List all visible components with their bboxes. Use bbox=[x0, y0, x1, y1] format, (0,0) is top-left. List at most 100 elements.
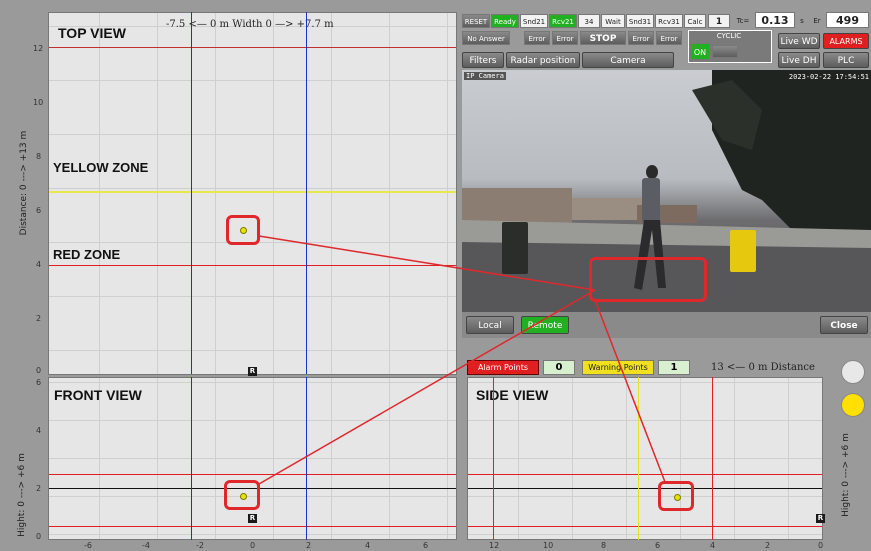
side-upper-red-line bbox=[468, 474, 822, 475]
front-y-tick-4: 4 bbox=[36, 426, 42, 435]
camera-button[interactable]: Camera bbox=[582, 52, 674, 68]
rcv21-status: Rcv21 bbox=[549, 14, 577, 28]
calc-value: 1 bbox=[708, 14, 730, 28]
top-view-title: TOP VIEW bbox=[58, 25, 126, 41]
top-y-tick-10: 10 bbox=[33, 98, 44, 107]
top-radar-marker: R bbox=[248, 367, 257, 376]
side-ground-line bbox=[468, 488, 822, 489]
front-x-tick-neg6: -6 bbox=[84, 541, 92, 550]
yellow-zone-label: YELLOW ZONE bbox=[53, 160, 149, 175]
front-y-tick-6: 6 bbox=[36, 378, 42, 387]
ready-status: Ready bbox=[491, 14, 519, 28]
alarm-points-badge: Alarm Points bbox=[467, 360, 539, 375]
front-view-title: FRONT VIEW bbox=[54, 387, 142, 403]
top-view-y-axis-label: Distance: 0 ---> +13 m bbox=[19, 130, 29, 236]
camera-timestamp: 2023-02-22 17:54:51 bbox=[788, 73, 869, 81]
top-view-panel bbox=[48, 12, 457, 375]
side-yellow-line bbox=[638, 377, 639, 540]
side-x-tick-0: 0 bbox=[818, 541, 824, 550]
radar-position-button[interactable]: Radar position bbox=[506, 52, 580, 68]
tc-label: Tc= bbox=[736, 17, 750, 25]
top-left-boundary-line bbox=[191, 12, 192, 374]
rcv31-status: Rcv31 bbox=[655, 14, 683, 28]
front-lower-red-line bbox=[49, 526, 456, 527]
front-x-tick-neg2: -2 bbox=[196, 541, 204, 550]
live-dh-button[interactable]: Live DH bbox=[778, 52, 820, 68]
stop-button[interactable]: STOP bbox=[580, 31, 626, 45]
live-wd-button[interactable]: Live WD bbox=[778, 33, 820, 49]
side-x-tick-2: 2 bbox=[765, 541, 771, 550]
top-right-boundary-line bbox=[306, 12, 307, 374]
remote-button[interactable]: Remote bbox=[521, 316, 569, 334]
side-x-tick-10: 10 bbox=[543, 541, 554, 550]
side-distance-label: 13 <— 0 m Distance bbox=[711, 362, 815, 373]
front-y-tick-2: 2 bbox=[36, 484, 42, 493]
front-x-tick-6: 6 bbox=[423, 541, 429, 550]
tc-unit: s bbox=[800, 17, 804, 25]
error-status-2: Error bbox=[552, 31, 578, 45]
front-upper-red-line bbox=[49, 474, 456, 475]
camera-label: IP Camera bbox=[464, 72, 506, 80]
front-x-tick-neg4: -4 bbox=[142, 541, 150, 550]
tc-value: 0.13 bbox=[755, 12, 795, 28]
plc-button[interactable]: PLC bbox=[823, 52, 869, 68]
cyclic-off-toggle[interactable] bbox=[712, 45, 738, 58]
wait-status: Wait bbox=[601, 14, 625, 28]
alarms-button[interactable]: ALARMS bbox=[823, 33, 869, 49]
camera-person-highlight bbox=[589, 257, 707, 302]
side-lower-red-line bbox=[468, 526, 822, 527]
warning-points-badge: Warning Points bbox=[582, 360, 654, 375]
snd21-status: Snd21 bbox=[520, 14, 548, 28]
side-view-title: SIDE VIEW bbox=[476, 387, 549, 403]
cyclic-label: CYCLIC bbox=[716, 32, 742, 40]
local-button[interactable]: Local bbox=[466, 316, 514, 334]
er-value: 499 bbox=[826, 12, 869, 28]
front-x-tick-0: 0 bbox=[250, 541, 256, 550]
warning-indicator-light bbox=[841, 393, 865, 417]
red-zone-label: RED ZONE bbox=[53, 247, 121, 259]
front-x-tick-4: 4 bbox=[365, 541, 371, 550]
top-y-tick-4: 4 bbox=[36, 260, 42, 269]
front-y-tick-0: 0 bbox=[36, 532, 42, 541]
side-x-tick-12: 12 bbox=[489, 541, 500, 550]
side-point-highlight bbox=[658, 481, 694, 511]
top-y-tick-0: 0 bbox=[36, 366, 42, 375]
close-button[interactable]: Close bbox=[820, 316, 868, 334]
side-radar-marker: R bbox=[816, 514, 825, 523]
side-far-red-line bbox=[493, 377, 494, 540]
front-radar-marker: R bbox=[248, 514, 257, 523]
cyclic-on-toggle[interactable]: ON bbox=[690, 43, 710, 60]
calc-label: Calc bbox=[684, 14, 706, 28]
side-x-tick-8: 8 bbox=[601, 541, 607, 550]
front-right-boundary-line bbox=[306, 377, 307, 540]
count-34: 34 bbox=[578, 14, 600, 28]
warning-points-count: 1 bbox=[658, 360, 690, 375]
warning-points-label: Warning Points bbox=[588, 363, 648, 372]
er-label: Er bbox=[813, 17, 821, 25]
no-answer-status: No Answer bbox=[462, 31, 510, 45]
top-point-highlight bbox=[226, 215, 260, 245]
top-y-tick-8: 8 bbox=[36, 152, 42, 161]
red-zone-line bbox=[49, 265, 456, 266]
yellow-zone-line bbox=[49, 191, 456, 193]
front-left-boundary-line bbox=[191, 377, 192, 540]
snd31-status: Snd31 bbox=[626, 14, 654, 28]
side-view-y-axis-label: Hight: 0 ---> +6 m bbox=[841, 433, 851, 517]
alarm-indicator-light bbox=[841, 360, 865, 384]
top-upper-red-line bbox=[49, 47, 456, 48]
error-status-1: Error bbox=[524, 31, 550, 45]
alarm-points-count: 0 bbox=[543, 360, 575, 375]
top-y-tick-12: 12 bbox=[33, 44, 44, 53]
reset-button[interactable]: RESET bbox=[462, 14, 490, 28]
front-view-y-axis-label: Hight: 0 ---> +6 m bbox=[17, 453, 27, 537]
side-x-tick-6: 6 bbox=[655, 541, 661, 550]
front-point-highlight bbox=[224, 480, 260, 510]
error-status-4: Error bbox=[656, 31, 682, 45]
top-y-tick-2: 2 bbox=[36, 314, 42, 323]
error-status-3: Error bbox=[628, 31, 654, 45]
side-x-tick-4: 4 bbox=[710, 541, 716, 550]
side-red-line bbox=[712, 377, 713, 540]
top-y-tick-6: 6 bbox=[36, 206, 42, 215]
front-x-tick-2: 2 bbox=[306, 541, 312, 550]
filters-button[interactable]: Filters bbox=[462, 52, 504, 68]
